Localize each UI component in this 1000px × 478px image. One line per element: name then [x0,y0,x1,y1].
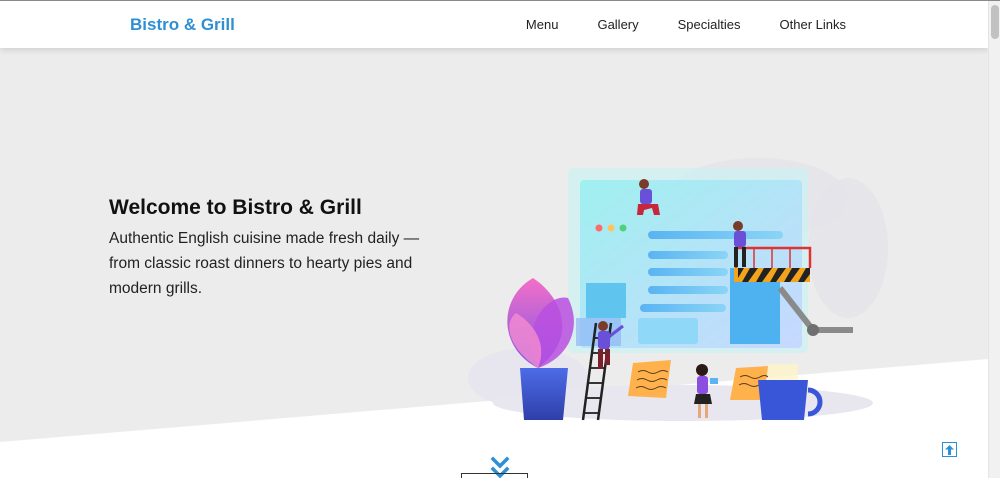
nav-link-other-links[interactable]: Other Links [780,17,846,32]
back-to-top-button[interactable] [942,442,957,457]
scrollbar[interactable] [988,1,1000,478]
nav-link-specialties[interactable]: Specialties [678,17,741,32]
scrollbar-thumb[interactable] [991,5,999,39]
nav-link-gallery[interactable]: Gallery [597,17,638,32]
hero-title: Welcome to Bistro & Grill [109,196,362,219]
nav-links: Menu Gallery Specialties Other Links [526,17,988,32]
brand-logo[interactable]: Bistro & Grill [130,15,235,35]
section-heading-box [461,473,528,478]
nav-link-menu[interactable]: Menu [526,17,559,32]
arrow-up-icon [945,444,954,455]
page: Bistro & Grill Menu Gallery Specialties … [0,0,1000,478]
hero-section: Welcome to Bistro & Grill Authentic Engl… [0,48,988,478]
hero-description: Authentic English cuisine made fresh dai… [109,230,420,297]
navbar: Bistro & Grill Menu Gallery Specialties … [0,1,988,48]
hero-illustration [468,158,888,421]
